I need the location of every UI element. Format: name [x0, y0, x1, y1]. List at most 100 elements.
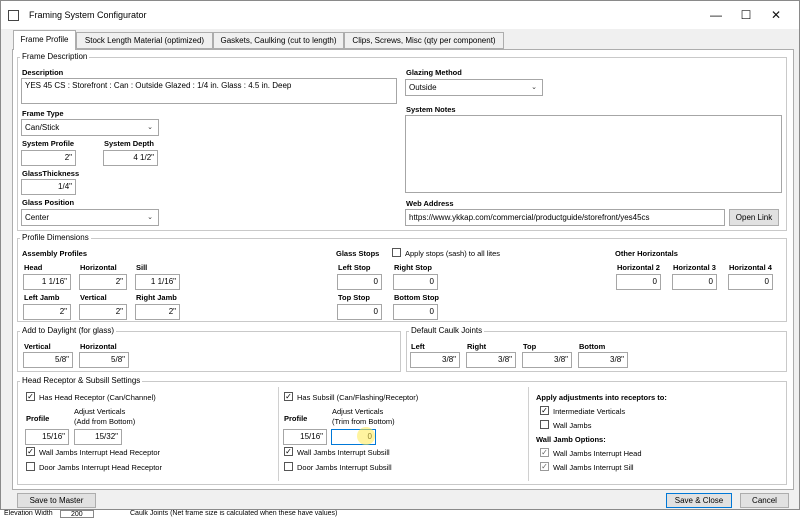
door-jambs-subsill-label: Door Jambs Interrupt Subsill	[297, 463, 392, 472]
left-jamb-field[interactable]: 2"	[23, 304, 71, 320]
door-jambs-head-receptor-checkbox[interactable]	[26, 462, 35, 471]
horizontal3-field[interactable]: 0	[672, 274, 717, 290]
caulk-top-label: Top	[523, 342, 537, 351]
horizontal-field[interactable]: 2"	[79, 274, 127, 290]
close-button[interactable]: ✕	[761, 5, 791, 25]
horizontal4-label: Horizontal 4	[729, 263, 772, 272]
caulk-right-field[interactable]: 3/8"	[466, 352, 516, 368]
glazing-method-label: Glazing Method	[406, 68, 462, 77]
intermediate-verticals-checkbox[interactable]: ✓	[540, 406, 549, 415]
background-status-bar: Elevation Width 200 Caulk Joints (Net fr…	[0, 510, 800, 518]
tab-stock-length-material[interactable]: Stock Length Material (optimized)	[76, 32, 213, 49]
tab-gaskets-caulking[interactable]: Gaskets, Caulking (cut to length)	[213, 32, 344, 49]
horizontal2-field[interactable]: 0	[616, 274, 661, 290]
door-jambs-subsill-checkbox[interactable]	[284, 462, 293, 471]
system-profile-field[interactable]: 2"	[21, 150, 76, 166]
background-status-left: Elevation Width	[4, 510, 53, 517]
caulk-top-field[interactable]: 3/8"	[522, 352, 572, 368]
description-label: Description	[22, 68, 64, 77]
system-depth-field[interactable]: 4 1/2"	[103, 150, 158, 166]
bottom-stop-field[interactable]: 0	[393, 304, 438, 320]
sill-label: Sill	[136, 263, 148, 272]
wall-jambs-head-receptor-checkbox[interactable]: ✓	[26, 447, 35, 456]
has-subsill-label: Has Subsill (Can/Flashing/Receptor)	[297, 393, 419, 402]
frame-type-select[interactable]: Can/Stick ⌄	[21, 119, 159, 136]
open-link-button[interactable]: Open Link	[729, 209, 779, 226]
system-profile-label: System Profile	[22, 139, 75, 148]
daylight-vertical-field[interactable]: 5/8"	[23, 352, 73, 368]
caulk-joints-legend: Default Caulk Joints	[409, 326, 485, 335]
wall-jambs-interrupt-sill-checkbox[interactable]: ✓	[540, 462, 549, 471]
wall-jambs-subsill-checkbox[interactable]: ✓	[284, 447, 293, 456]
sill-field[interactable]: 1 1/16"	[135, 274, 180, 290]
system-notes-label: System Notes	[406, 105, 456, 114]
apply-stops-checkbox[interactable]	[392, 248, 401, 257]
chevron-down-icon: ⌄	[531, 84, 537, 91]
frame-type-label: Frame Type	[22, 109, 64, 118]
glass-stops-label: Glass Stops	[336, 249, 380, 258]
left-stop-field[interactable]: 0	[337, 274, 382, 290]
glass-position-value: Center	[25, 213, 50, 222]
daylight-vertical-label: Vertical	[24, 342, 51, 351]
minimize-button[interactable]: —	[701, 5, 731, 25]
has-head-receptor-checkbox[interactable]: ✓	[26, 392, 35, 401]
has-subsill-checkbox[interactable]: ✓	[284, 392, 293, 401]
glass-position-select[interactable]: Center ⌄	[21, 209, 159, 226]
maximize-button[interactable]: ☐	[731, 5, 761, 25]
horizontal4-field[interactable]: 0	[728, 274, 773, 290]
subsill-adjust-verticals-sub: (Trim from Bottom)	[332, 417, 395, 426]
tab-frame-profile[interactable]: Frame Profile	[13, 30, 76, 50]
save-close-button[interactable]: Save & Close	[666, 493, 732, 508]
receptor-settings-legend: Head Receptor & Subsill Settings	[20, 376, 143, 385]
right-jamb-field[interactable]: 2"	[135, 304, 180, 320]
title-bar[interactable]: Framing System Configurator — ☐ ✕	[1, 1, 799, 29]
head-field[interactable]: 1 1/16"	[23, 274, 71, 290]
cancel-button[interactable]: Cancel	[740, 493, 789, 508]
frame-description-legend: Frame Description	[20, 52, 90, 61]
horizontal-label: Horizontal	[80, 263, 117, 272]
system-notes-field[interactable]	[405, 115, 782, 193]
right-stop-label: Right Stop	[394, 263, 432, 272]
description-field[interactable]: YES 45 CS : Storefront : Can : Outside G…	[21, 78, 397, 104]
profile-dimensions-legend: Profile Dimensions	[20, 233, 91, 242]
vertical-label: Vertical	[80, 293, 107, 302]
wall-jambs-subsill-label: Wall Jambs Interrupt Subsill	[297, 448, 390, 457]
head-label: Head	[24, 263, 43, 272]
vertical-field[interactable]: 2"	[79, 304, 127, 320]
assembly-profiles-label: Assembly Profiles	[22, 249, 88, 258]
right-jamb-label: Right Jamb	[136, 293, 177, 302]
top-stop-field[interactable]: 0	[337, 304, 382, 320]
glass-position-label: Glass Position	[22, 198, 75, 207]
head-receptor-profile-field[interactable]: 15/16"	[25, 429, 69, 445]
right-stop-field[interactable]: 0	[393, 274, 438, 290]
save-to-master-button[interactable]: Save to Master	[17, 493, 96, 508]
web-address-label: Web Address	[406, 199, 454, 208]
system-depth-label: System Depth	[104, 139, 155, 148]
tab-clips-screws-misc[interactable]: Clips, Screws, Misc (qty per component)	[344, 32, 504, 49]
web-address-field[interactable]: https://www.ykkap.com/commercial/product…	[405, 209, 725, 226]
glazing-method-value: Outside	[409, 83, 437, 92]
daylight-horizontal-field[interactable]: 5/8"	[79, 352, 129, 368]
head-receptor-adjust-field[interactable]: 15/32"	[74, 429, 122, 445]
add-to-daylight-legend: Add to Daylight (for glass)	[20, 326, 117, 335]
head-profile-label: Profile	[26, 414, 50, 423]
caulk-bottom-field[interactable]: 3/8"	[578, 352, 628, 368]
chevron-down-icon: ⌄	[147, 124, 153, 131]
caulk-bottom-label: Bottom	[579, 342, 606, 351]
glazing-method-select[interactable]: Outside ⌄	[405, 79, 543, 96]
subsill-profile-label: Profile	[284, 414, 308, 423]
glass-thickness-field[interactable]: 1/4"	[21, 179, 76, 195]
left-stop-label: Left Stop	[338, 263, 371, 272]
wall-jambs-interrupt-sill-label: Wall Jambs Interrupt Sill	[553, 463, 634, 472]
app-icon	[8, 10, 19, 21]
head-adjust-verticals-label: Adjust Verticals	[74, 407, 126, 416]
caulk-left-field[interactable]: 3/8"	[410, 352, 460, 368]
caulk-right-label: Right	[467, 342, 487, 351]
wall-jambs-head-receptor-label: Wall Jambs Interrupt Head Receptor	[39, 448, 161, 457]
cursor-highlight	[357, 427, 375, 445]
subsill-profile-field[interactable]: 15/16"	[283, 429, 327, 445]
wall-jambs-checkbox[interactable]	[540, 420, 549, 429]
wall-jambs-interrupt-head-checkbox[interactable]: ✓	[540, 448, 549, 457]
bottom-stop-label: Bottom Stop	[394, 293, 439, 302]
top-stop-label: Top Stop	[338, 293, 370, 302]
